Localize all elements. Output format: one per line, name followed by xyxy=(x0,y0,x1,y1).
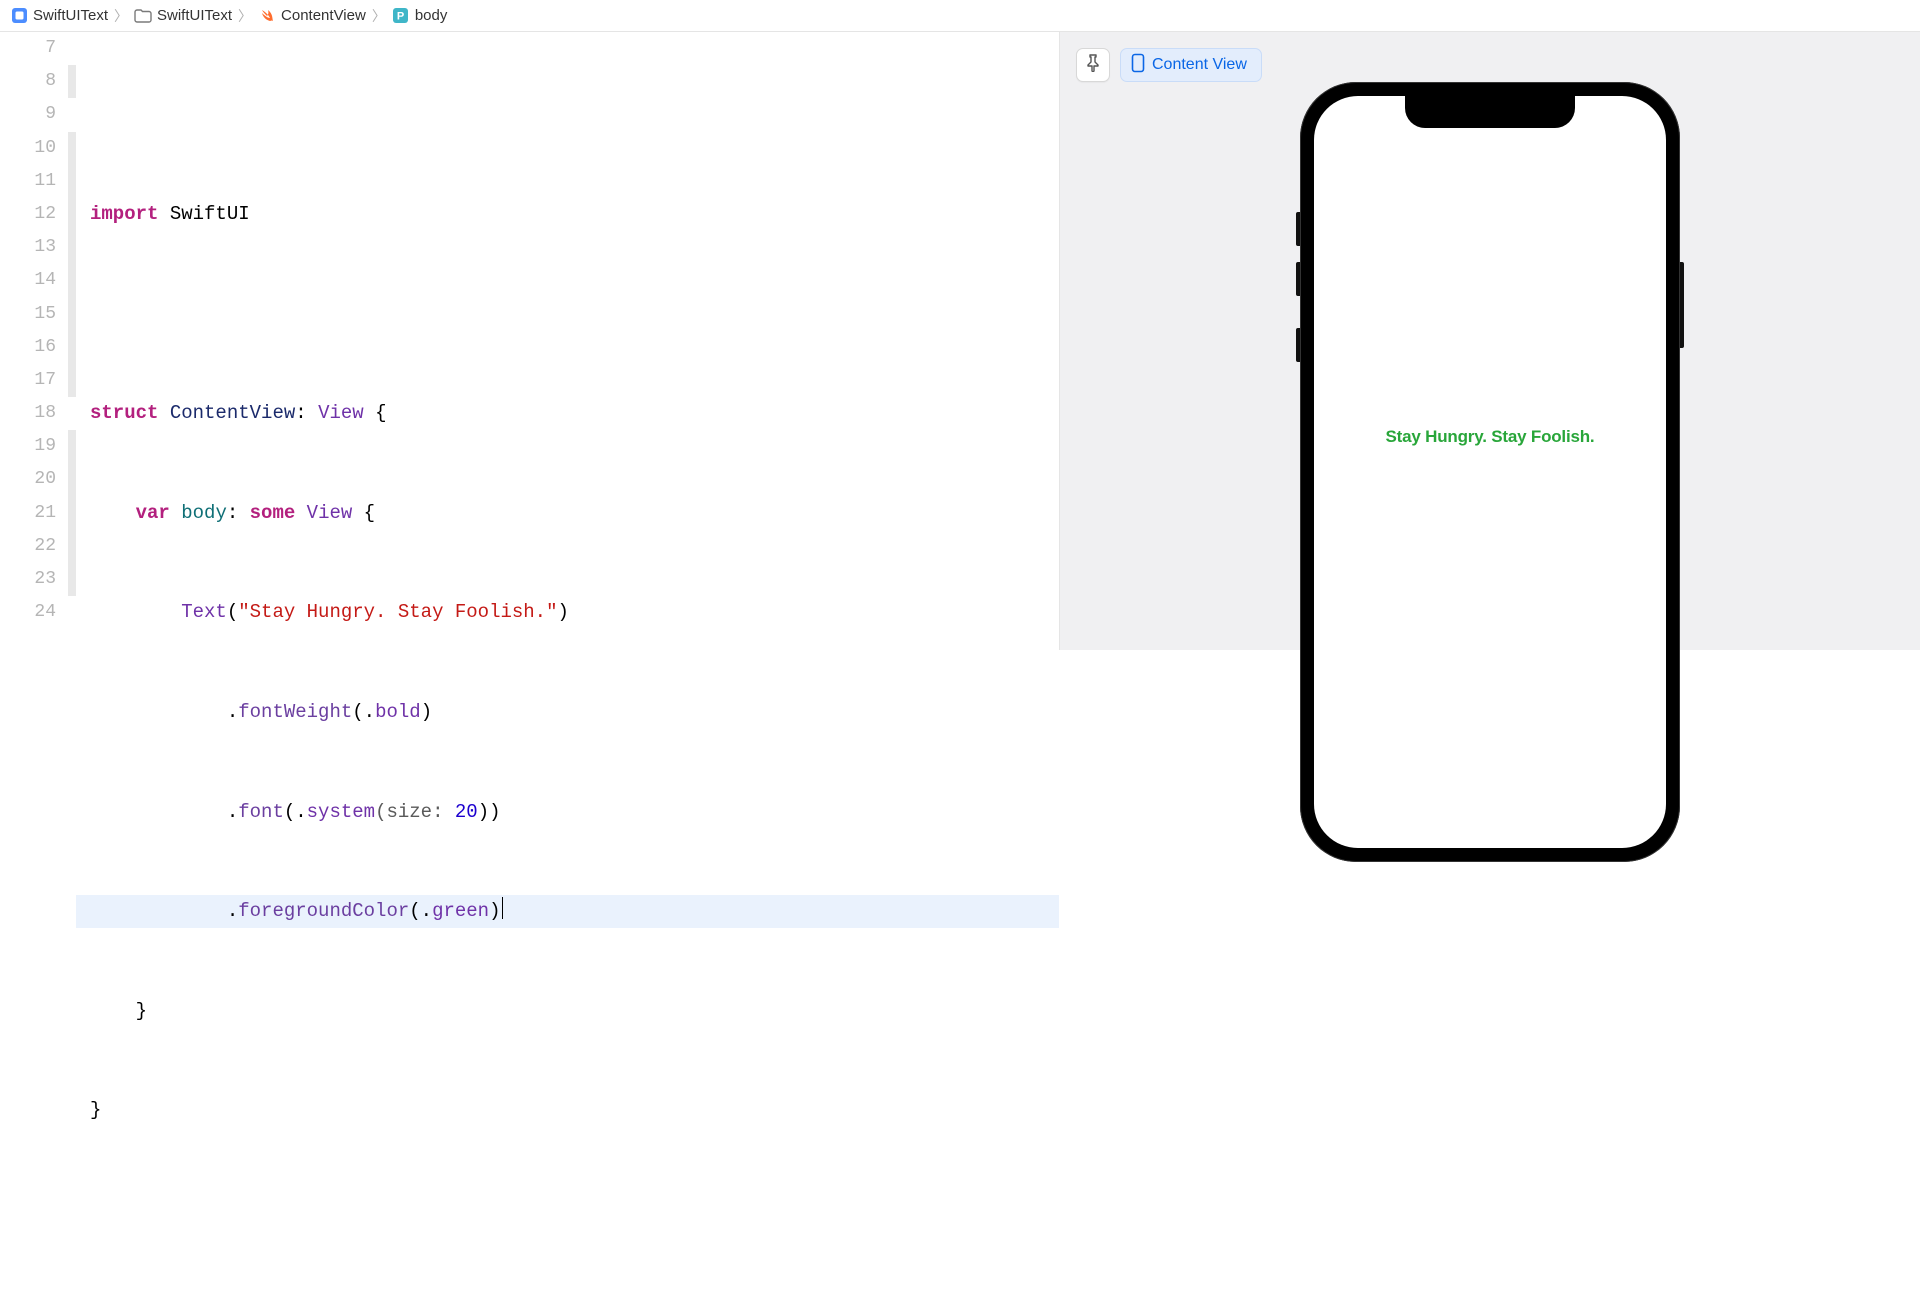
breadcrumb-label: ContentView xyxy=(281,7,366,24)
svg-text:P: P xyxy=(397,11,404,23)
device-screen: Stay Hungry. Stay Foolish. xyxy=(1314,96,1666,848)
code-line xyxy=(76,98,1059,131)
line-number: 17 xyxy=(0,364,68,397)
swift-icon xyxy=(258,7,276,25)
line-number: 12 xyxy=(0,198,68,231)
code-line: .foregroundColor(.green) xyxy=(76,895,1059,928)
pin-preview-button[interactable] xyxy=(1076,48,1110,82)
code-line: struct ContentView_Previews: PreviewProv… xyxy=(76,1294,1059,1300)
line-number: 15 xyxy=(0,298,68,331)
breadcrumb-label: SwiftUIText xyxy=(33,7,108,24)
pin-icon xyxy=(1085,54,1101,77)
code-area[interactable]: import SwiftUI struct ContentView: View … xyxy=(76,32,1059,650)
line-number: 22 xyxy=(0,530,68,563)
device-icon xyxy=(1131,53,1145,78)
preview-toolbar: Content View xyxy=(1076,48,1262,82)
line-number: 9 xyxy=(0,98,68,131)
line-number: 23 xyxy=(0,563,68,596)
breadcrumb-item-project[interactable]: SwiftUIText xyxy=(10,7,108,25)
line-number: 18 xyxy=(0,397,68,430)
code-line: .fontWeight(.bold) xyxy=(76,696,1059,729)
breadcrumb-label: SwiftUIText xyxy=(157,7,232,24)
code-line: import SwiftUI xyxy=(76,198,1059,231)
main-split: 7 8 9 10 11 12 13 14 15 16 17 18 19 20 2… xyxy=(0,32,1920,650)
line-number-gutter: 7 8 9 10 11 12 13 14 15 16 17 18 19 20 2… xyxy=(0,32,68,650)
line-number: 10 xyxy=(0,132,68,165)
preview-text-output: Stay Hungry. Stay Foolish. xyxy=(1386,427,1595,447)
code-line xyxy=(76,298,1059,331)
line-number: 21 xyxy=(0,497,68,530)
line-number: 16 xyxy=(0,331,68,364)
chevron-right-icon: 〉 xyxy=(238,6,252,26)
breadcrumb-item-symbol[interactable]: P body xyxy=(392,7,448,25)
code-line: } xyxy=(76,995,1059,1028)
code-line: .font(.system(size: 20)) xyxy=(76,796,1059,829)
breadcrumb: SwiftUIText 〉 SwiftUIText 〉 ContentView … xyxy=(0,0,1920,32)
code-line: } xyxy=(76,1094,1059,1127)
line-number: 20 xyxy=(0,463,68,496)
line-number: 14 xyxy=(0,264,68,297)
line-number: 24 xyxy=(0,596,68,629)
property-icon: P xyxy=(392,7,410,25)
preview-selector-label: Content View xyxy=(1152,56,1247,74)
breadcrumb-label: body xyxy=(415,7,448,24)
line-number: 8 xyxy=(0,65,68,98)
device-frame: Stay Hungry. Stay Foolish. xyxy=(1300,82,1680,862)
line-number: 7 xyxy=(0,32,68,65)
breadcrumb-item-file[interactable]: ContentView xyxy=(258,7,366,25)
chevron-right-icon: 〉 xyxy=(114,6,128,26)
line-number: 11 xyxy=(0,165,68,198)
device-notch xyxy=(1405,96,1575,128)
code-editor[interactable]: 7 8 9 10 11 12 13 14 15 16 17 18 19 20 2… xyxy=(0,32,1060,650)
code-line xyxy=(76,1194,1059,1227)
line-number: 19 xyxy=(0,430,68,463)
breadcrumb-item-group[interactable]: SwiftUIText xyxy=(134,7,232,25)
chevron-right-icon: 〉 xyxy=(372,6,386,26)
code-line: struct ContentView: View { xyxy=(76,397,1059,430)
app-icon xyxy=(10,7,28,25)
code-line: Text("Stay Hungry. Stay Foolish.") xyxy=(76,596,1059,629)
line-number: 13 xyxy=(0,231,68,264)
code-line: var body: some View { xyxy=(76,497,1059,530)
preview-selector-button[interactable]: Content View xyxy=(1120,48,1262,82)
text-cursor xyxy=(502,897,504,919)
fold-ribbon[interactable] xyxy=(68,32,76,650)
preview-canvas[interactable]: Content View Stay Hungry. Stay Foolish. xyxy=(1060,32,1920,650)
folder-icon xyxy=(134,7,152,25)
